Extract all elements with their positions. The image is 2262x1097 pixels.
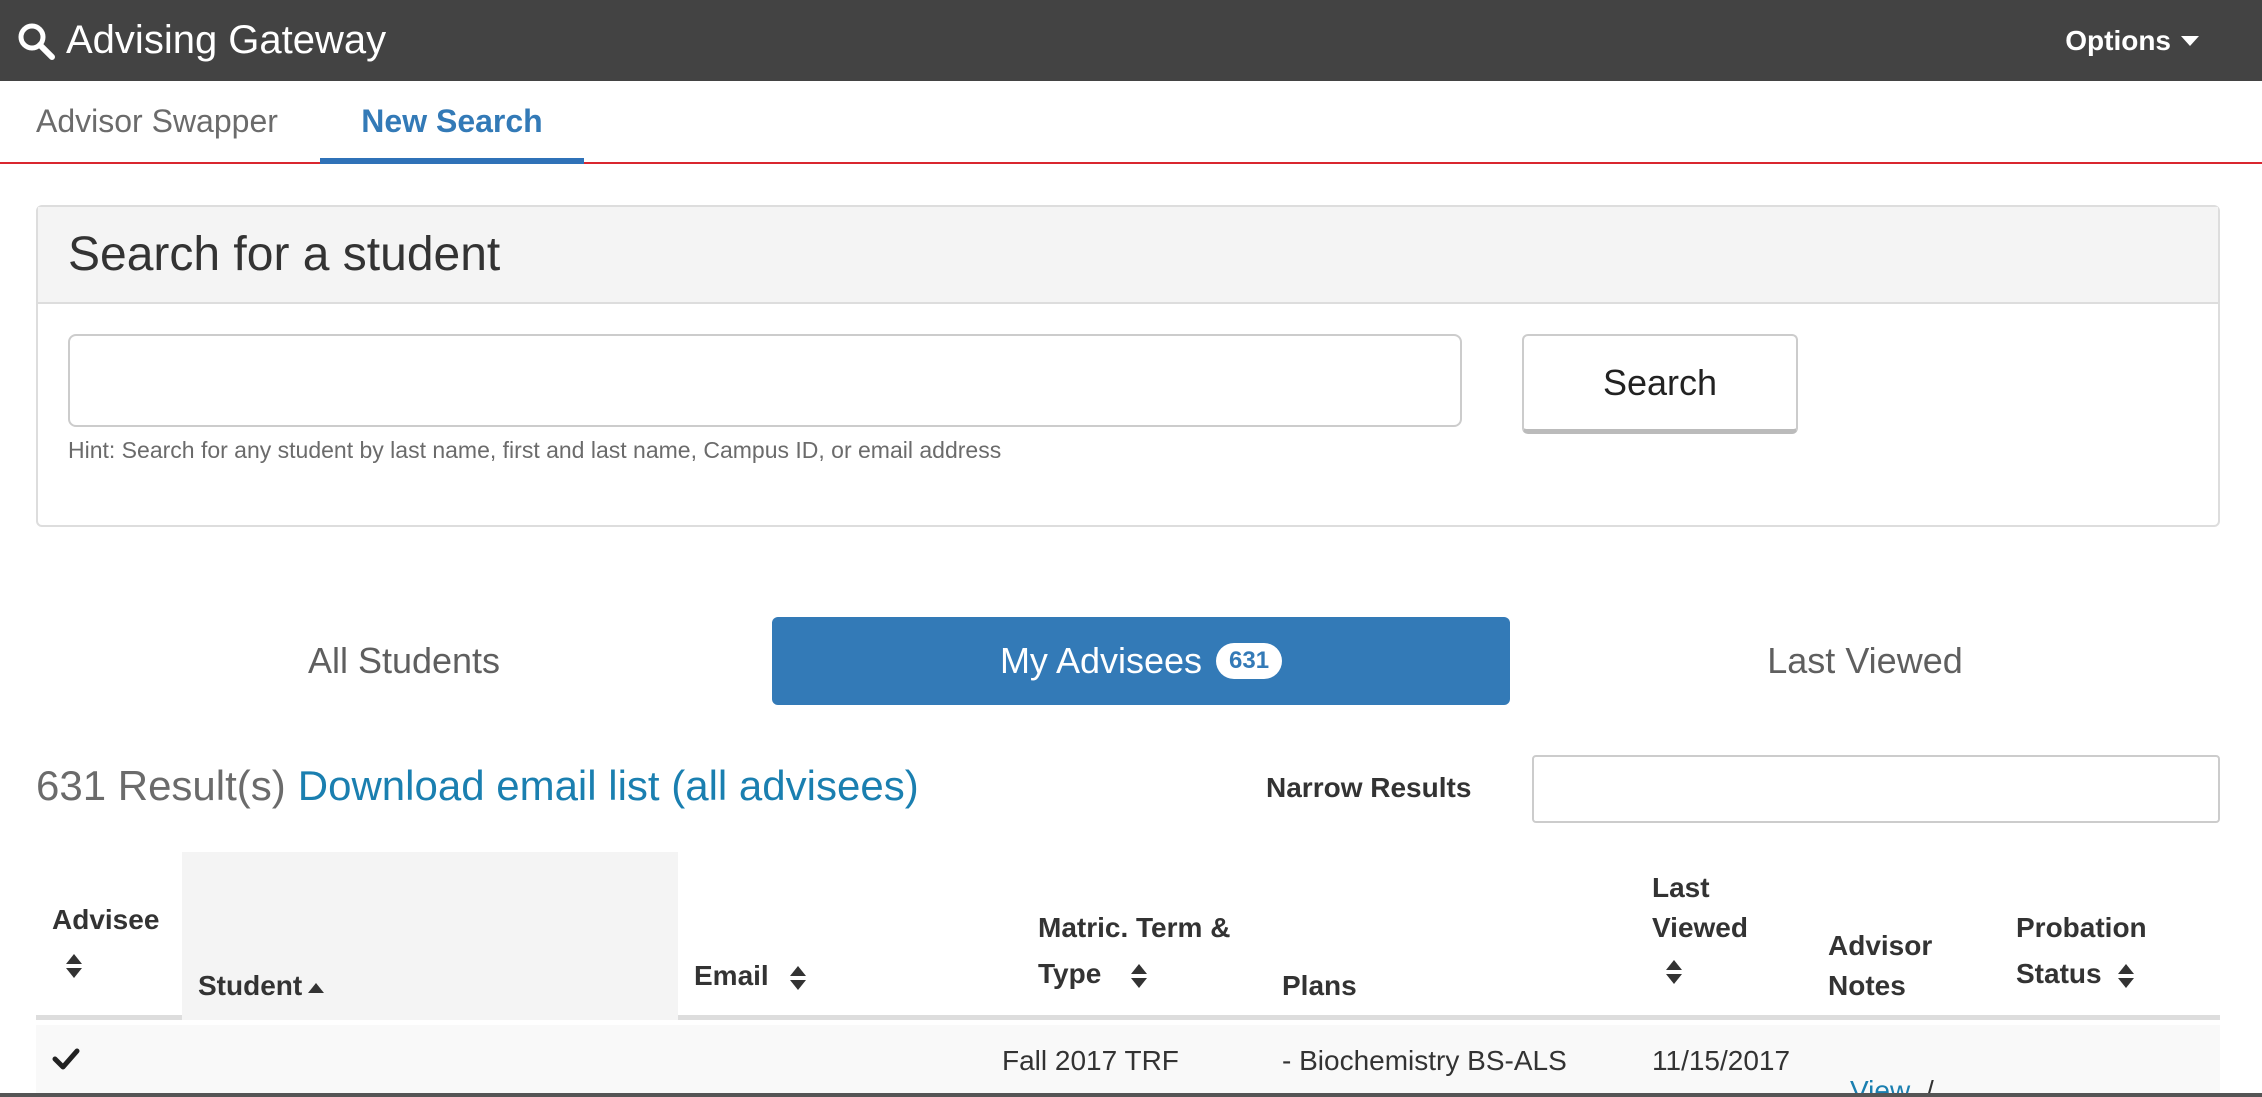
header-advisor-notes: Advisor Notes xyxy=(1828,926,1932,1006)
download-email-list-link[interactable]: Download email list (all advisees) xyxy=(298,762,919,810)
header-notes-line1: Advisor xyxy=(1828,930,1933,961)
results-count: 631 Result(s) xyxy=(36,762,286,809)
sort-icon[interactable] xyxy=(1666,959,1682,985)
sort-icon[interactable] xyxy=(790,965,807,991)
advisee-count-badge: 631 xyxy=(1216,643,1283,679)
brand[interactable]: Advising Gateway xyxy=(16,0,386,81)
tab-advisor-swapper[interactable]: Advisor Swapper xyxy=(36,81,278,162)
header-email[interactable]: Email xyxy=(694,956,807,996)
brand-title: Advising Gateway xyxy=(66,18,387,62)
narrow-results-input[interactable] xyxy=(1532,755,2220,823)
search-button[interactable]: Search xyxy=(1522,334,1798,434)
pill-all-students-label: All Students xyxy=(307,640,501,681)
caret-down-icon xyxy=(2181,35,2199,46)
search-panel: Search for a student Hint: Search for an… xyxy=(36,205,2220,527)
header-advisee-label: Advisee xyxy=(52,904,160,935)
header-probation-line2: Status xyxy=(2016,958,2102,989)
header-probation-line1: Probation xyxy=(2016,912,2147,943)
header-last-viewed-line2: Viewed xyxy=(1652,912,1748,943)
sort-icon[interactable] xyxy=(1131,963,1148,989)
search-icon xyxy=(18,23,55,60)
panel-title: Search for a student xyxy=(38,207,2218,304)
header-probation-status[interactable]: Probation Status xyxy=(2016,908,2147,994)
header-last-viewed-line1: Last xyxy=(1652,872,1710,903)
tab-new-search[interactable]: New Search xyxy=(320,81,584,164)
pill-my-advisees[interactable]: My Advisees 631 xyxy=(772,617,1510,705)
results-summary: 631 Result(s) Download email list (all a… xyxy=(36,758,919,814)
pill-last-viewed[interactable]: Last Viewed xyxy=(1510,617,2220,705)
header-email-label: Email xyxy=(694,960,769,991)
header-student[interactable]: Student xyxy=(198,966,325,1006)
nav-tabs: Advisor Swapper New Search xyxy=(0,81,2262,164)
header-student-label: Student xyxy=(198,970,303,1001)
table-header: Advisee Student Email Matric. Term & Typ… xyxy=(36,852,2220,1020)
window-bottom-edge xyxy=(0,1093,2262,1097)
header-advisee[interactable]: Advisee xyxy=(52,900,159,984)
check-icon xyxy=(52,1048,80,1070)
table-row[interactable]: Fall 2017 TRF - Biochemistry BS-ALS 11/1… xyxy=(36,1025,2220,1097)
student-search-input[interactable] xyxy=(68,334,1462,427)
header-matric-line2: Type xyxy=(1038,958,1102,989)
options-menu[interactable]: Options xyxy=(2065,0,2199,81)
cell-plans: - Biochemistry BS-ALS xyxy=(1282,1045,1567,1076)
options-label: Options xyxy=(2065,24,2171,56)
top-navbar: Advising Gateway Options xyxy=(0,0,2262,81)
cell-matric: Fall 2017 TRF xyxy=(1002,1045,1179,1076)
pill-my-advisees-label: My Advisees xyxy=(999,640,1203,681)
header-plans: Plans xyxy=(1282,970,1357,1001)
narrow-results-label: Narrow Results xyxy=(1266,772,1472,803)
sort-icon[interactable] xyxy=(2117,963,2134,989)
header-matric-term[interactable]: Matric. Term & Type xyxy=(1038,908,1230,994)
header-last-viewed[interactable]: Last Viewed xyxy=(1652,868,1748,990)
header-notes-line2: Notes xyxy=(1828,970,1906,1001)
pill-all-students[interactable]: All Students xyxy=(36,617,772,705)
pill-last-viewed-label: Last Viewed xyxy=(1767,640,1963,681)
sort-asc-icon[interactable] xyxy=(308,982,325,993)
sort-icon[interactable] xyxy=(66,953,82,979)
cell-last-viewed: 11/15/2017 xyxy=(1652,1045,1791,1076)
search-hint: Hint: Search for any student by last nam… xyxy=(68,437,1002,463)
header-matric-line1: Matric. Term & xyxy=(1038,912,1231,943)
